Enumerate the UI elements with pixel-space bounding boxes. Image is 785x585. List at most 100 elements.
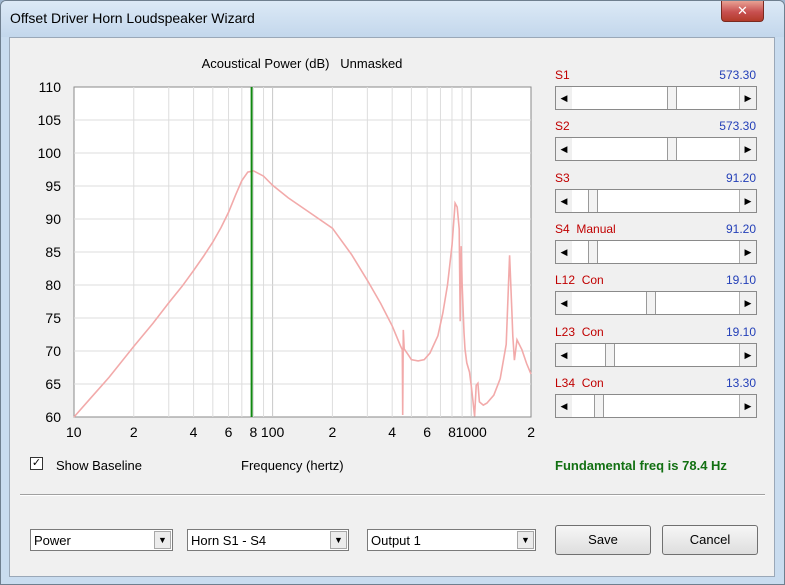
scroll-right-icon[interactable]: ▶	[739, 240, 756, 263]
slider-fill	[572, 343, 605, 366]
slider-fill	[572, 138, 667, 161]
slider-scrollbar[interactable]: ◀ ▶	[555, 239, 757, 264]
show-baseline-label[interactable]: Show Baseline	[56, 458, 142, 473]
slider-track[interactable]	[572, 189, 740, 212]
slider-fill	[572, 240, 588, 263]
horn-select-value: Horn S1 - S4	[191, 533, 267, 548]
x-tick-label: 6	[423, 424, 431, 440]
y-tick-label: 75	[45, 310, 61, 326]
slider-track[interactable]	[572, 292, 740, 315]
y-tick-label: 80	[45, 277, 61, 293]
slider-thumb[interactable]	[594, 394, 604, 417]
fundamental-frequency-status: Fundamental freq is 78.4 Hz	[555, 458, 727, 473]
slider-value: 19.10	[725, 273, 756, 288]
x-tick-label: 100	[261, 424, 285, 440]
scroll-right-icon[interactable]: ▶	[739, 394, 756, 417]
slider-scrollbar[interactable]: ◀ ▶	[555, 137, 757, 162]
wizard-window: Offset Driver Horn Loudspeaker Wizard ✕ …	[0, 0, 785, 585]
show-baseline-checkbox[interactable]: ✓	[30, 457, 43, 470]
y-tick-label: 65	[45, 376, 61, 392]
output-select[interactable]: Output 1 ▼	[367, 529, 536, 551]
title-bar[interactable]: Offset Driver Horn Loudspeaker Wizard ✕	[1, 1, 784, 37]
cancel-button[interactable]: Cancel	[662, 525, 758, 555]
slider-track[interactable]	[572, 240, 740, 263]
scroll-right-icon[interactable]: ▶	[739, 292, 756, 315]
save-button[interactable]: Save	[555, 525, 651, 555]
scroll-right-icon[interactable]: ▶	[739, 87, 756, 109]
slider-thumb[interactable]	[667, 87, 677, 109]
y-tick-label: 90	[45, 211, 61, 227]
y-tick-label: 85	[45, 244, 61, 260]
y-tick-label: 70	[45, 343, 61, 359]
slider-value: 13.30	[725, 375, 756, 390]
slider-scrollbar[interactable]: ◀ ▶	[555, 291, 757, 316]
x-tick-label: 8	[249, 424, 257, 440]
x-tick-label: 4	[190, 424, 198, 440]
slider-scrollbar[interactable]: ◀ ▶	[555, 86, 757, 110]
slider-label: L34 Con	[555, 375, 604, 390]
y-tick-label: 110	[39, 79, 62, 95]
slider-fill	[572, 394, 594, 417]
slider-value: 91.20	[725, 170, 756, 185]
slider-track[interactable]	[572, 343, 740, 366]
slider-label: L12 Con	[555, 273, 604, 288]
slider-track[interactable]	[572, 394, 740, 417]
slider-thumb[interactable]	[605, 343, 615, 366]
slider-scrollbar[interactable]: ◀ ▶	[555, 393, 757, 418]
chevron-down-icon[interactable]: ▼	[154, 531, 171, 549]
scroll-right-icon[interactable]: ▶	[739, 138, 756, 161]
slider-track[interactable]	[572, 87, 740, 109]
scroll-left-icon[interactable]: ◀	[556, 240, 573, 263]
slider-scrollbar[interactable]: ◀ ▶	[555, 342, 757, 367]
y-tick-label: 60	[45, 409, 61, 425]
slider-thumb[interactable]	[588, 189, 598, 212]
slider-value: 573.30	[719, 68, 756, 82]
x-axis-ticks: 10 2 4 6 8 100 2 4 6 8 1000 2	[66, 424, 535, 440]
x-tick-label: 6	[225, 424, 233, 440]
x-tick-label: 10	[66, 424, 82, 440]
window-title: Offset Driver Horn Loudspeaker Wizard	[10, 10, 255, 26]
x-tick-label: 2	[328, 424, 336, 440]
scroll-left-icon[interactable]: ◀	[556, 394, 573, 417]
acoustical-power-chart: Acoustical Power (dB) Unmasked 110 105 100…	[38, 56, 536, 440]
y-tick-label: 95	[45, 178, 61, 194]
quantity-select-value: Power	[34, 533, 71, 548]
x-tick-label: 2	[527, 424, 535, 440]
close-button[interactable]: ✕	[721, 1, 764, 22]
chevron-down-icon[interactable]: ▼	[330, 531, 347, 549]
y-tick-label: 105	[38, 112, 62, 128]
horn-select[interactable]: Horn S1 - S4 ▼	[187, 529, 349, 551]
scroll-right-icon[interactable]: ▶	[739, 343, 756, 366]
slider-scrollbar[interactable]: ◀ ▶	[555, 188, 757, 213]
slider-track[interactable]	[572, 138, 740, 161]
y-axis-ticks: 110 105 100 95 90 85 80 75 70 65 60	[38, 79, 62, 425]
slider-label: S2	[555, 119, 570, 134]
dialog-client-area: Acoustical Power (dB) Unmasked 110 105 100…	[9, 37, 775, 577]
output-select-value: Output 1	[371, 533, 421, 548]
slider-label: S4 Manual	[555, 221, 616, 236]
slider-fill	[572, 87, 667, 109]
slider-thumb[interactable]	[667, 138, 677, 161]
slider-value: 19.10	[725, 324, 756, 339]
scroll-left-icon[interactable]: ◀	[556, 343, 573, 366]
chart-title: Acoustical Power (dB) Unmasked	[202, 56, 403, 71]
scroll-left-icon[interactable]: ◀	[556, 292, 573, 315]
slider-value: 91.20	[725, 221, 756, 236]
quantity-select[interactable]: Power ▼	[30, 529, 173, 551]
scroll-left-icon[interactable]: ◀	[556, 87, 573, 109]
x-tick-label: 4	[388, 424, 396, 440]
slider-thumb[interactable]	[588, 240, 598, 263]
slider-thumb[interactable]	[646, 292, 656, 315]
chevron-down-icon[interactable]: ▼	[517, 531, 534, 549]
y-tick-label: 100	[38, 145, 62, 161]
scroll-left-icon[interactable]: ◀	[556, 138, 573, 161]
slider-fill	[572, 189, 588, 212]
slider-label: S3	[555, 170, 570, 185]
x-tick-label: 1000	[456, 424, 487, 440]
x-axis-label: Frequency (hertz)	[241, 458, 344, 473]
slider-label: S1	[555, 68, 570, 82]
scroll-right-icon[interactable]: ▶	[739, 189, 756, 212]
divider	[20, 494, 765, 496]
slider-value: 573.30	[719, 119, 756, 134]
scroll-left-icon[interactable]: ◀	[556, 189, 573, 212]
